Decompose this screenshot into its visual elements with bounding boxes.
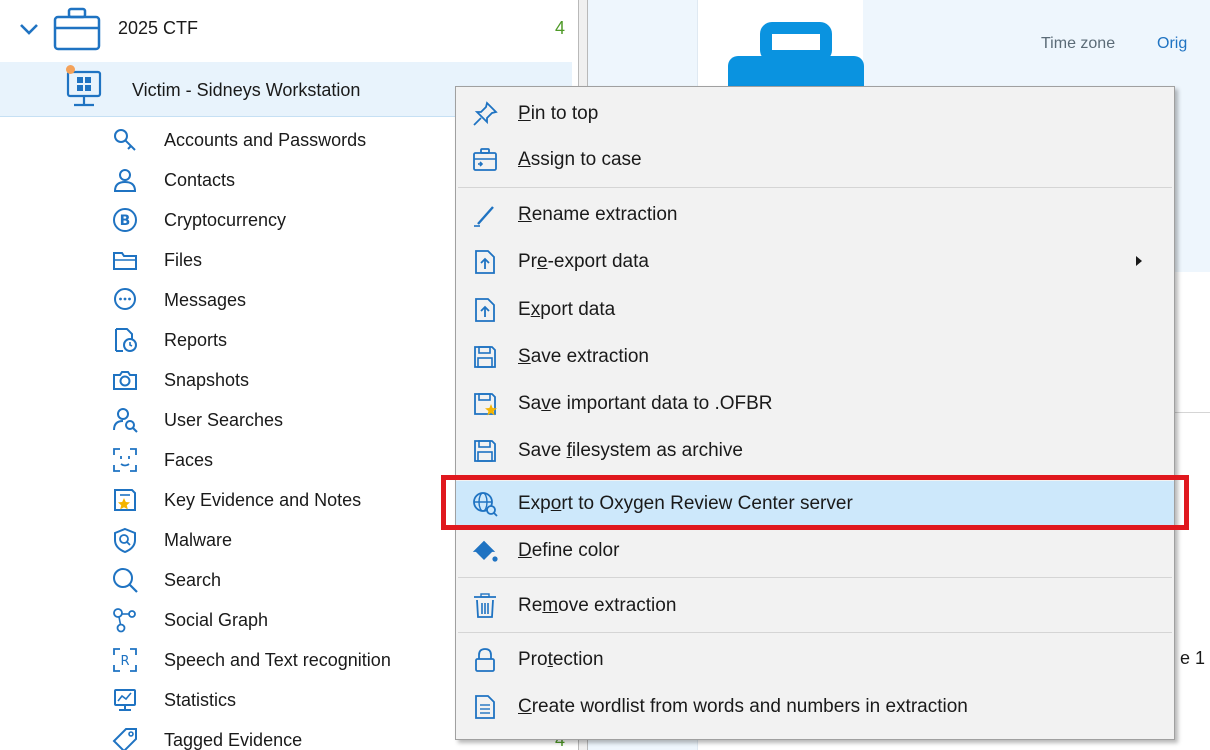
case-count: 4 <box>555 18 566 38</box>
menu-item-label: Protection <box>518 649 604 670</box>
graph-nodes-icon <box>113 608 136 633</box>
briefcase-icon <box>53 7 101 51</box>
briefcase-arrow-icon <box>473 148 497 171</box>
tree-item-label: Search <box>164 570 222 590</box>
menu-item-save-filesystem-as-archive[interactable]: Save filesystem as archive <box>456 428 1174 473</box>
report-clock-icon <box>115 328 137 352</box>
export-doc-icon <box>475 250 495 274</box>
tree-item-label: Cryptocurrency <box>164 210 287 230</box>
partial-text: e 1 <box>1180 648 1206 668</box>
tag-icon <box>112 728 137 750</box>
shield-search-icon <box>114 527 136 553</box>
menu-item-label: Pin to top <box>518 103 599 124</box>
key-icon <box>114 129 136 151</box>
tree-item-label: Key Evidence and Notes <box>164 490 362 510</box>
magnifier-icon <box>113 568 138 593</box>
folder-icon <box>113 252 137 270</box>
pin-icon <box>473 101 498 126</box>
note-star-icon <box>114 489 136 511</box>
tree-case-row[interactable]: 2025 CTF 4 <box>0 0 578 58</box>
menu-item-label: Remove extraction <box>518 595 677 616</box>
tree-item-label: Social Graph <box>164 610 269 630</box>
trash-icon <box>474 593 496 618</box>
menu-item-remove-extraction[interactable]: Remove extraction <box>456 583 1174 628</box>
highlight-annotation <box>441 475 1189 530</box>
menu-item-label: Pre-export data <box>518 251 649 272</box>
time-zone-label: Time zone <box>1041 35 1116 52</box>
lock-icon <box>475 648 495 672</box>
menu-item-define-color[interactable]: Define color <box>456 528 1174 573</box>
face-scan-icon <box>113 448 137 472</box>
tree-item-label: User Searches <box>164 410 284 430</box>
menu-item-label: Define color <box>518 540 620 561</box>
svg-text:B: B <box>120 213 131 229</box>
menu-item-label: Save important data to .OFBR <box>518 393 773 414</box>
tree-item-label: Tagged Evidence <box>164 730 303 750</box>
tree-item-label: Speech and Text recognition <box>164 650 391 670</box>
menu-item-label: Create wordlist from words and numbers i… <box>518 696 968 717</box>
menu-item-label: Assign to case <box>518 149 642 170</box>
chevron-down-icon[interactable] <box>18 20 40 38</box>
chat-bubble-icon <box>114 288 136 310</box>
export-doc-icon <box>475 298 495 322</box>
tree-item-label: Malware <box>164 530 233 550</box>
case-label: 2025 CTF <box>118 18 199 38</box>
person-icon <box>113 169 137 192</box>
status-dot <box>66 65 75 74</box>
menu-item-pre-export-data[interactable]: Pre-export data <box>456 239 1174 284</box>
tree-item-label: Statistics <box>164 690 237 710</box>
menu-item-label: Rename extraction <box>518 204 678 225</box>
tree-item-label: Messages <box>164 290 247 310</box>
svg-text:R: R <box>120 654 129 669</box>
tree-item-label: Files <box>164 250 203 270</box>
floppy-star-icon <box>474 393 497 416</box>
tree-item-label: Snapshots <box>164 370 250 390</box>
tree-item-label: Faces <box>164 450 214 470</box>
pencil-icon <box>474 206 494 227</box>
tree-item-label: Reports <box>164 330 228 350</box>
person-search-icon <box>113 408 138 433</box>
menu-item-create-wordlist[interactable]: Create wordlist from words and numbers i… <box>456 684 1174 729</box>
tree-item-label: Contacts <box>164 170 236 190</box>
menu-item-rename-extraction[interactable]: Rename extraction <box>456 192 1174 237</box>
orig-column-label[interactable]: Orig <box>1157 35 1187 53</box>
victim-label: Victim - Sidneys Workstation <box>132 80 361 100</box>
menu-separator <box>458 577 1172 578</box>
menu-item-protection[interactable]: Protection <box>456 637 1174 682</box>
menu-item-pin-to-top[interactable]: Pin to top <box>456 91 1174 136</box>
text-recognition-icon: R <box>113 648 137 672</box>
bitcoin-icon: B <box>113 208 137 232</box>
menu-separator <box>458 632 1172 633</box>
menu-item-label: Save filesystem as archive <box>518 440 743 461</box>
menu-item-save-important-data[interactable]: Save important data to .OFBR <box>456 381 1174 426</box>
floppy-icon <box>474 346 496 368</box>
menu-item-save-extraction[interactable]: Save extraction <box>456 334 1174 379</box>
menu-separator <box>458 187 1172 188</box>
submenu-arrow-icon <box>1136 256 1142 266</box>
menu-item-export-data[interactable]: Export data <box>456 287 1174 332</box>
menu-item-label: Export data <box>518 299 616 320</box>
context-menu: Pin to top Assign to case Rename extract… <box>455 86 1175 740</box>
camera-icon <box>113 371 137 390</box>
menu-item-label: Save extraction <box>518 346 649 367</box>
paint-bucket-icon <box>472 540 498 562</box>
menu-item-assign-to-case[interactable]: Assign to case <box>456 137 1174 182</box>
floppy-icon <box>474 440 496 462</box>
chart-monitor-icon <box>114 689 136 711</box>
tree-item-label: Accounts and Passwords <box>164 130 367 150</box>
wordlist-doc-icon <box>475 695 495 719</box>
